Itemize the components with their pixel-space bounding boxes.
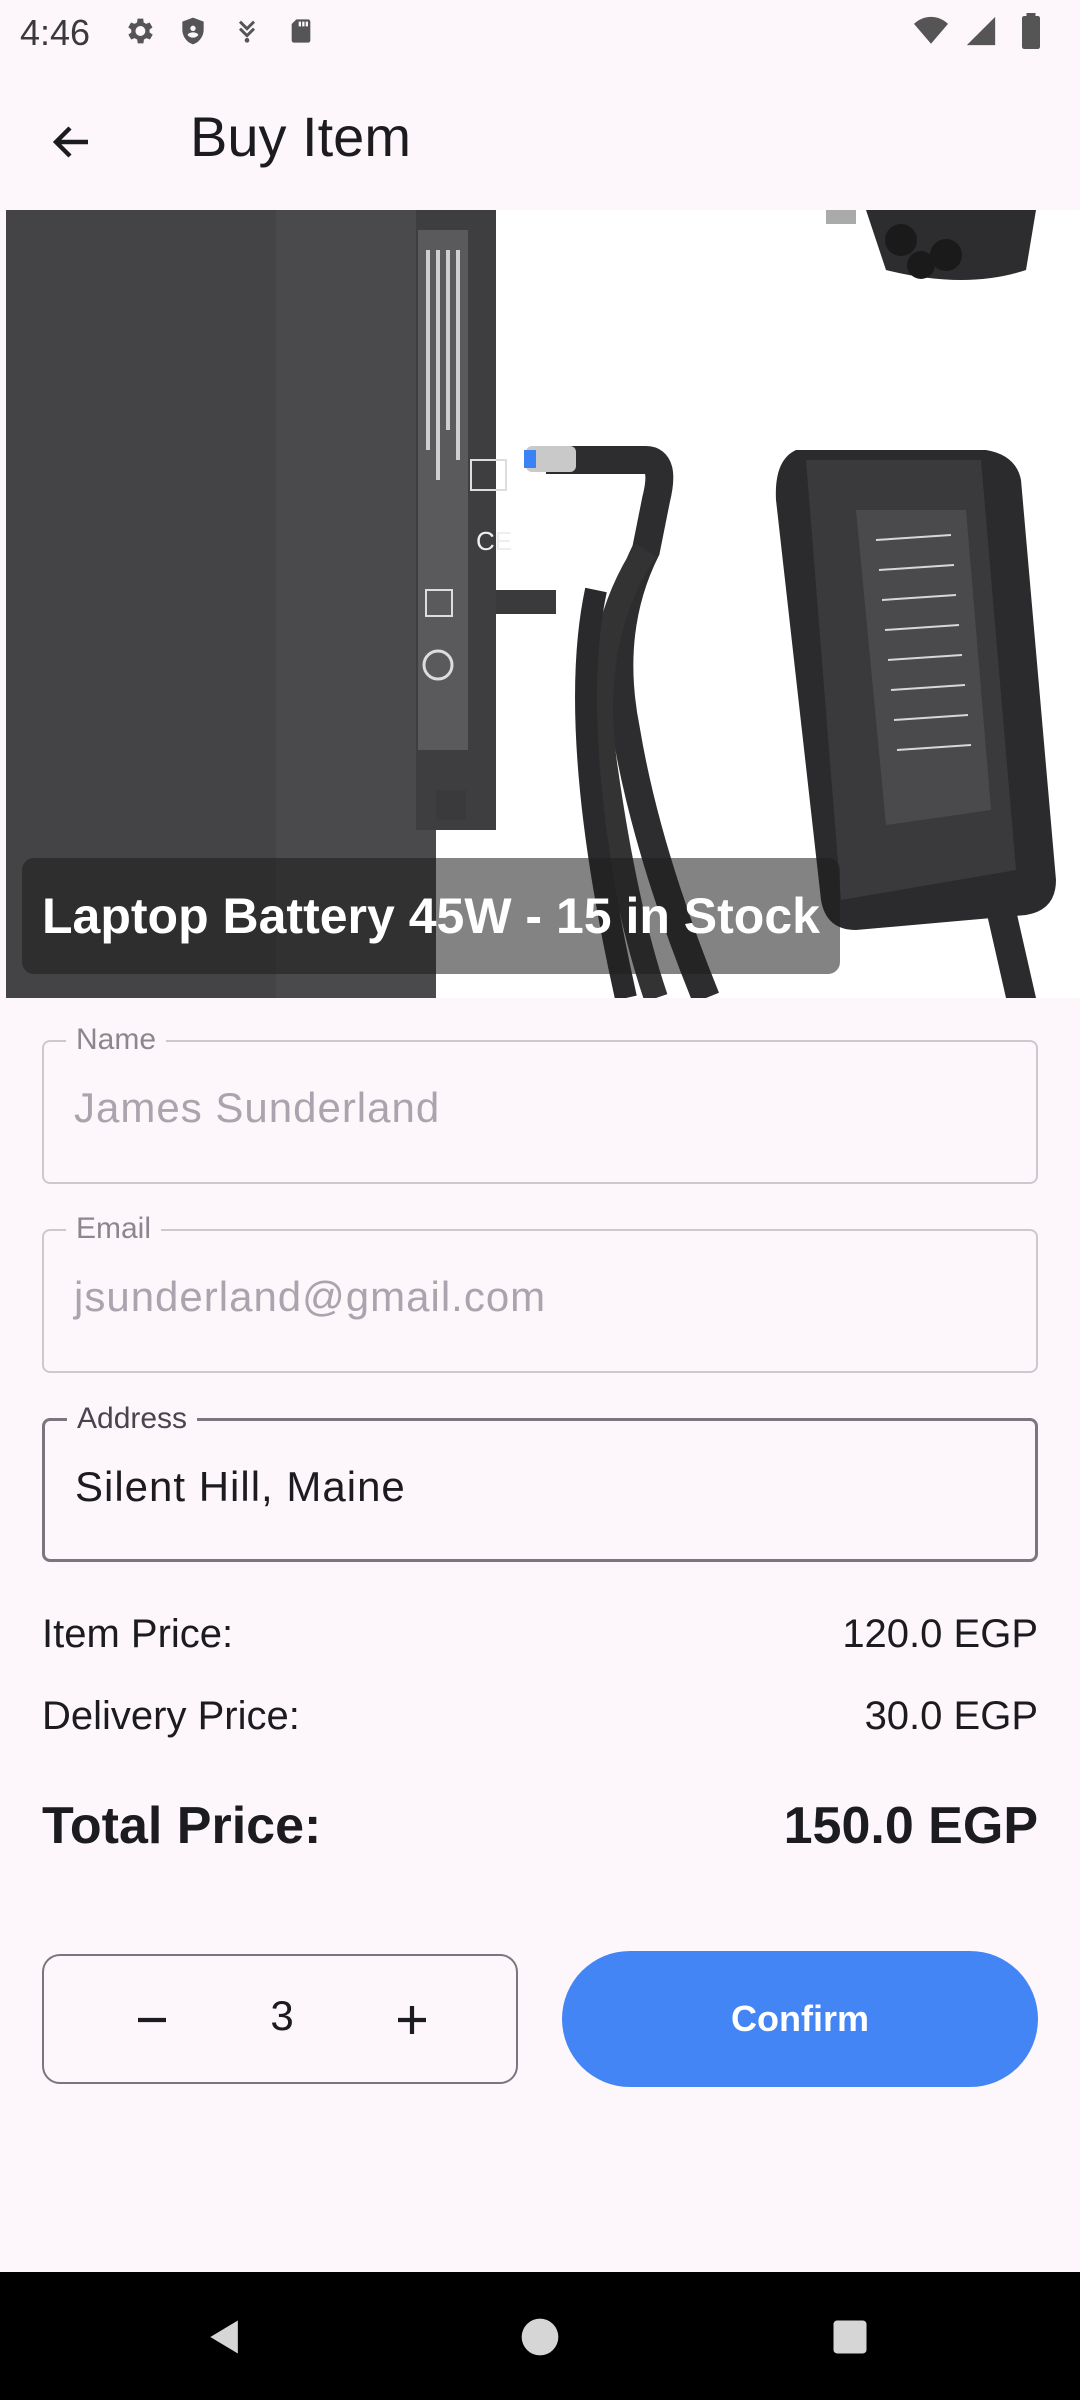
- product-image: CE Laptop Battery 45W - 15 in Stock: [6, 210, 1080, 998]
- confirm-button[interactable]: Confirm: [562, 1951, 1038, 2087]
- product-caption: Laptop Battery 45W - 15 in Stock: [22, 858, 840, 974]
- nav-recents-icon: [833, 2320, 867, 2354]
- name-value: James Sunderland: [74, 1084, 441, 1131]
- arrow-back-icon: [52, 126, 88, 158]
- item-price-value: 120.0 EGP: [842, 1612, 1038, 1656]
- email-value: jsunderland@gmail.com: [74, 1273, 547, 1320]
- status-time: 4:46: [20, 12, 91, 53]
- quantity-value: 3: [270, 1992, 294, 2039]
- download-icon: [228, 12, 266, 50]
- address-field[interactable]: Address Silent Hill, Maine: [42, 1401, 1038, 1562]
- nav-home-icon: [521, 2318, 559, 2356]
- address-label: Address: [67, 1401, 198, 1437]
- status-bar: 4:46: [0, 0, 1080, 64]
- item-price-label: Item Price:: [42, 1612, 234, 1656]
- page-title: Buy Item: [190, 105, 411, 168]
- battery-icon: [1012, 12, 1050, 50]
- plus-icon: [398, 2006, 426, 2034]
- nav-home-button[interactable]: [505, 2302, 575, 2372]
- decrement-button[interactable]: [110, 1978, 194, 2062]
- sd-card-icon: [282, 12, 320, 50]
- total-price-row: Total Price: 150.0 EGP: [42, 1796, 1038, 1856]
- back-button[interactable]: [30, 100, 114, 184]
- settings-icon: [120, 12, 158, 50]
- nav-recents-button[interactable]: [815, 2302, 885, 2372]
- delivery-price-row: Delivery Price: 30.0 EGP: [42, 1694, 1038, 1739]
- name-label: Name: [66, 1022, 167, 1058]
- signal-icon: [962, 12, 1000, 50]
- svg-text:CE: CE: [476, 526, 512, 556]
- nav-back-icon: [210, 2320, 238, 2354]
- quantity-stepper: 3: [42, 1954, 518, 2084]
- increment-button[interactable]: [370, 1978, 454, 2062]
- wifi-icon: [912, 12, 950, 50]
- address-value: Silent Hill, Maine: [75, 1463, 406, 1510]
- system-nav-bar: [0, 2272, 1080, 2400]
- email-field[interactable]: Email jsunderland@gmail.com: [42, 1211, 1038, 1373]
- item-price-row: Item Price: 120.0 EGP: [42, 1612, 1038, 1657]
- minus-icon: [138, 2017, 166, 2023]
- email-label: Email: [66, 1211, 162, 1247]
- delivery-price-label: Delivery Price:: [42, 1694, 300, 1738]
- name-field[interactable]: Name James Sunderland: [42, 1022, 1038, 1184]
- status-icons-right: [912, 12, 1050, 50]
- delivery-price-value: 30.0 EGP: [864, 1694, 1038, 1738]
- nav-back-button[interactable]: [190, 2302, 260, 2372]
- status-icons-left: [120, 12, 320, 50]
- total-price-value: 150.0 EGP: [783, 1797, 1038, 1855]
- shield-icon: [174, 12, 212, 50]
- app-bar: Buy Item: [0, 64, 1080, 208]
- total-price-label: Total Price:: [42, 1797, 322, 1855]
